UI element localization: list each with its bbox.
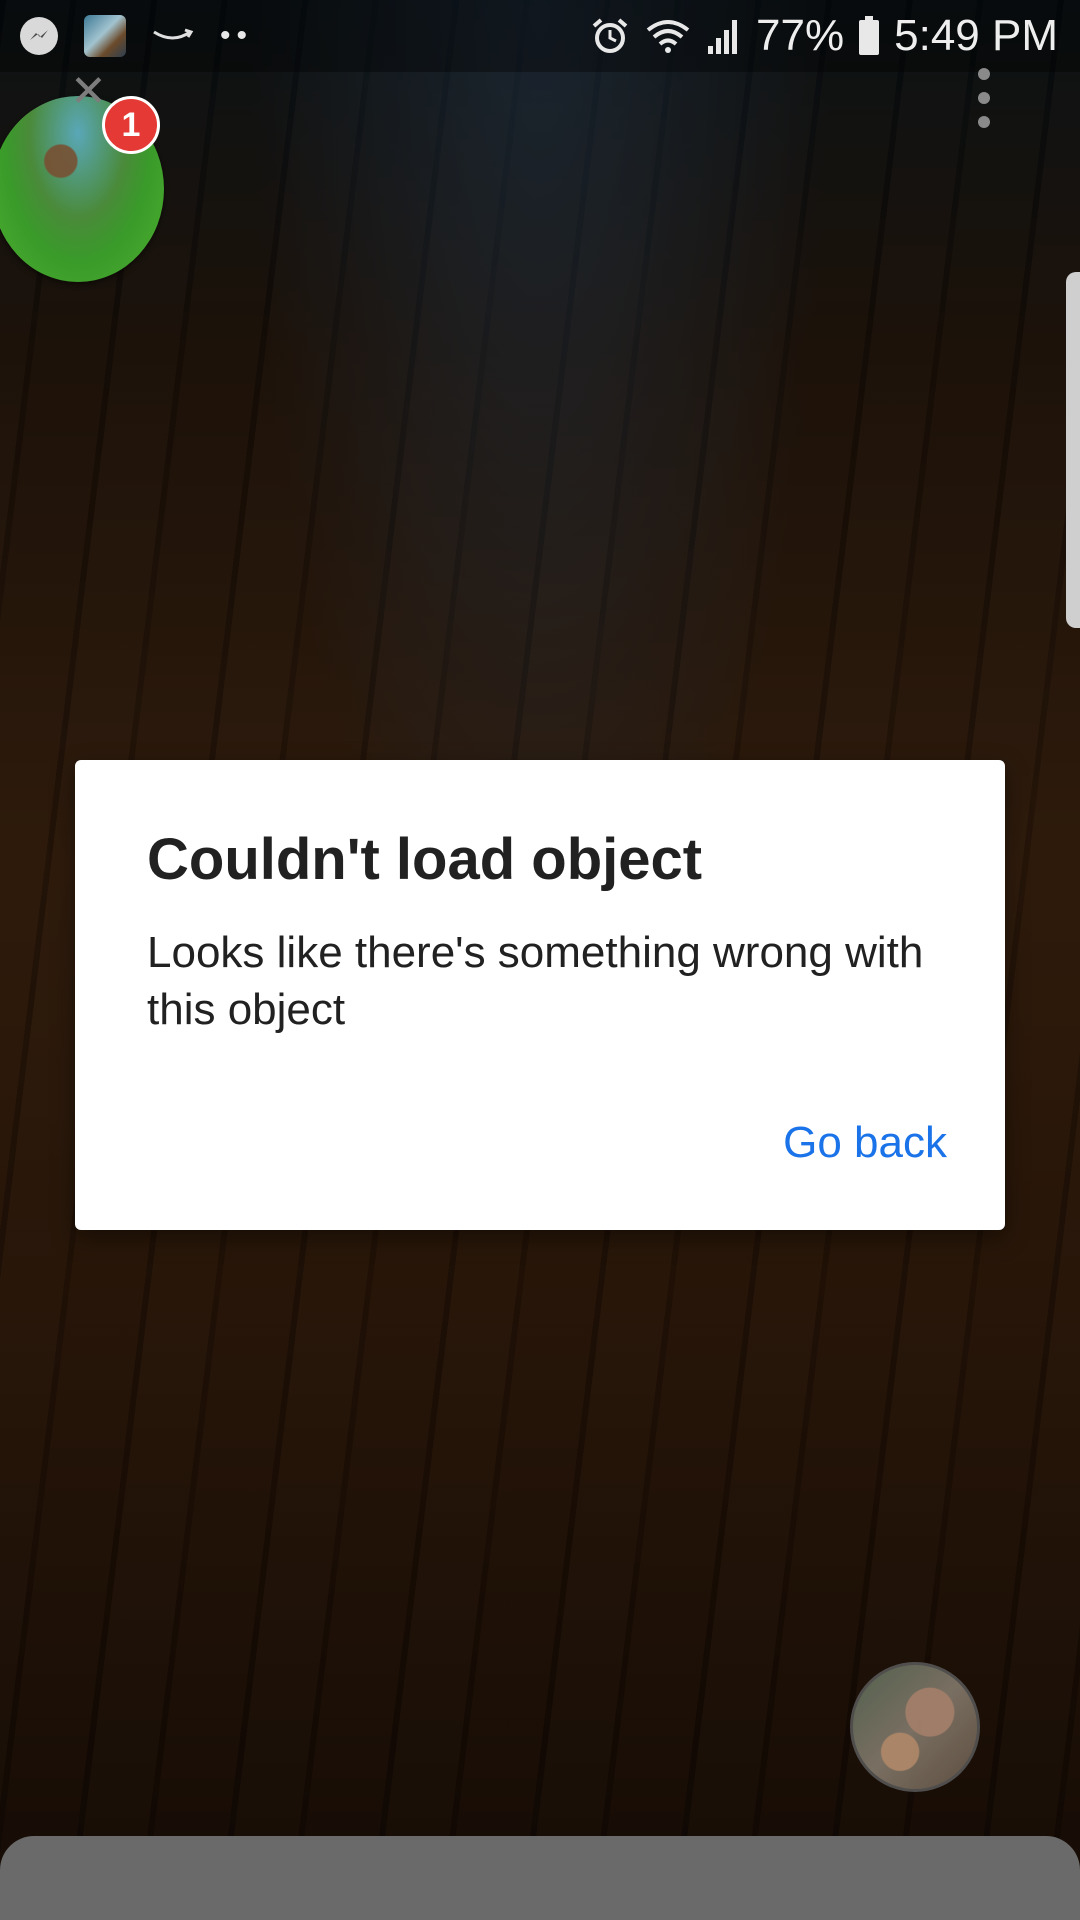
more-notifications-icon: •• bbox=[220, 19, 254, 52]
notification-badge: 1 bbox=[102, 96, 160, 154]
wifi-icon bbox=[646, 20, 690, 53]
alarm-icon bbox=[592, 18, 628, 53]
amazon-icon bbox=[153, 28, 194, 40]
chat-head-bubble[interactable]: ✕ 1 bbox=[0, 70, 164, 282]
battery-percent: 77% bbox=[756, 11, 845, 60]
messenger-icon bbox=[20, 17, 58, 55]
clock: 5:49 PM bbox=[894, 11, 1058, 60]
menu-dot bbox=[978, 116, 990, 128]
close-icon[interactable]: ✕ bbox=[70, 70, 107, 114]
edge-panel-handle[interactable] bbox=[1066, 272, 1080, 628]
status-bar: •• 77% 5:49 PM bbox=[0, 0, 1080, 72]
dialog-message: Looks like there's something wrong with … bbox=[147, 928, 924, 1034]
more-options-icon[interactable] bbox=[966, 68, 1002, 128]
status-bar-right: 77% 5:49 PM bbox=[590, 10, 1058, 62]
error-dialog: Couldn't load object Looks like there's … bbox=[75, 760, 1005, 1230]
status-bar-left: •• bbox=[20, 14, 253, 58]
menu-dot bbox=[978, 92, 990, 104]
bottom-sheet[interactable] bbox=[0, 1836, 1080, 1920]
battery-icon bbox=[859, 16, 880, 55]
menu-dot bbox=[978, 68, 990, 80]
game-app-icon bbox=[84, 15, 126, 57]
selfie-thumbnail[interactable] bbox=[850, 1662, 980, 1792]
go-back-button[interactable]: Go back bbox=[783, 1108, 947, 1178]
signal-icon bbox=[708, 20, 738, 54]
dialog-title: Couldn't load object bbox=[147, 827, 703, 892]
